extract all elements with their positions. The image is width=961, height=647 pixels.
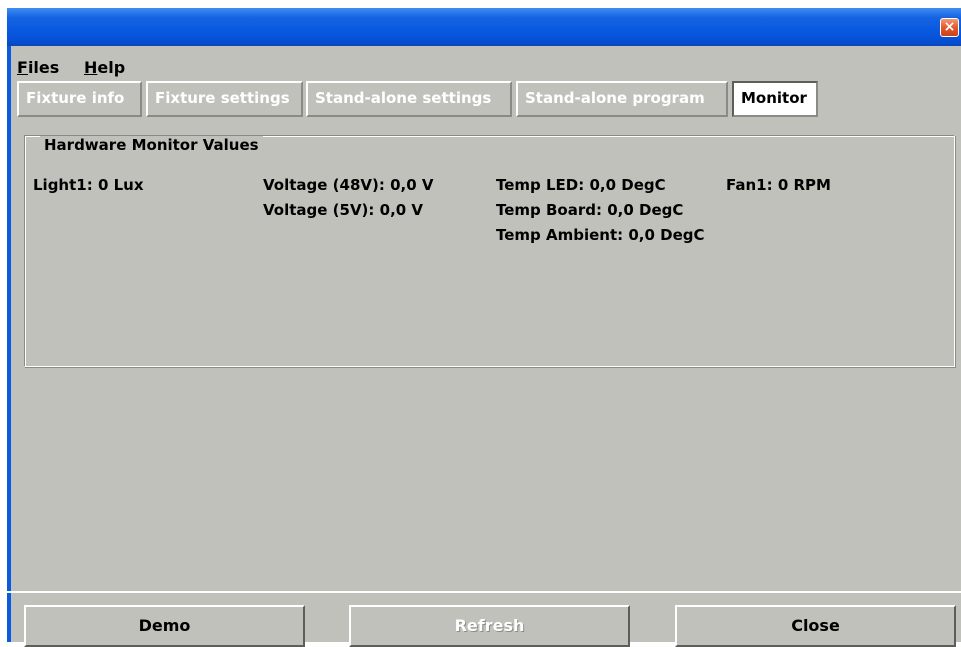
demo-button[interactable]: Demo: [24, 605, 305, 647]
menu-help[interactable]: Help: [84, 58, 125, 77]
title-bar[interactable]: ×: [7, 8, 961, 46]
tab-stand-alone-program[interactable]: Stand-alone program: [516, 81, 728, 117]
menu-files-label: iles: [27, 58, 60, 77]
close-icon[interactable]: ×: [940, 18, 959, 37]
refresh-button[interactable]: Refresh: [349, 605, 630, 647]
voltage-48v-value: Voltage (48V): 0,0 V: [263, 176, 434, 194]
hardware-monitor-group: [24, 135, 955, 367]
temp-led-value: Temp LED: 0,0 DegC: [496, 176, 666, 194]
menu-files-accel: F: [17, 58, 28, 77]
voltage-5v-value: Voltage (5V): 0,0 V: [263, 201, 424, 219]
tab-fixture-info[interactable]: Fixture info: [17, 81, 142, 117]
temp-board-value: Temp Board: 0,0 DegC: [496, 201, 684, 219]
window-frame-left: [7, 46, 11, 642]
menu-files[interactable]: Files: [17, 58, 59, 77]
application-window: × Files Help Fixture info Fixture settin…: [7, 8, 961, 647]
close-button[interactable]: Close: [675, 605, 956, 647]
menu-help-label: elp: [97, 58, 126, 77]
fan1-value: Fan1: 0 RPM: [726, 176, 831, 194]
menu-help-accel: H: [84, 58, 98, 77]
group-title: Hardware Monitor Values: [40, 136, 263, 154]
tab-fixture-settings[interactable]: Fixture settings: [146, 81, 303, 117]
temp-ambient-value: Temp Ambient: 0,0 DegC: [496, 226, 705, 244]
tab-stand-alone-settings[interactable]: Stand-alone settings: [306, 81, 512, 117]
light1-value: Light1: 0 Lux: [33, 176, 144, 194]
tab-monitor[interactable]: Monitor: [732, 81, 818, 117]
